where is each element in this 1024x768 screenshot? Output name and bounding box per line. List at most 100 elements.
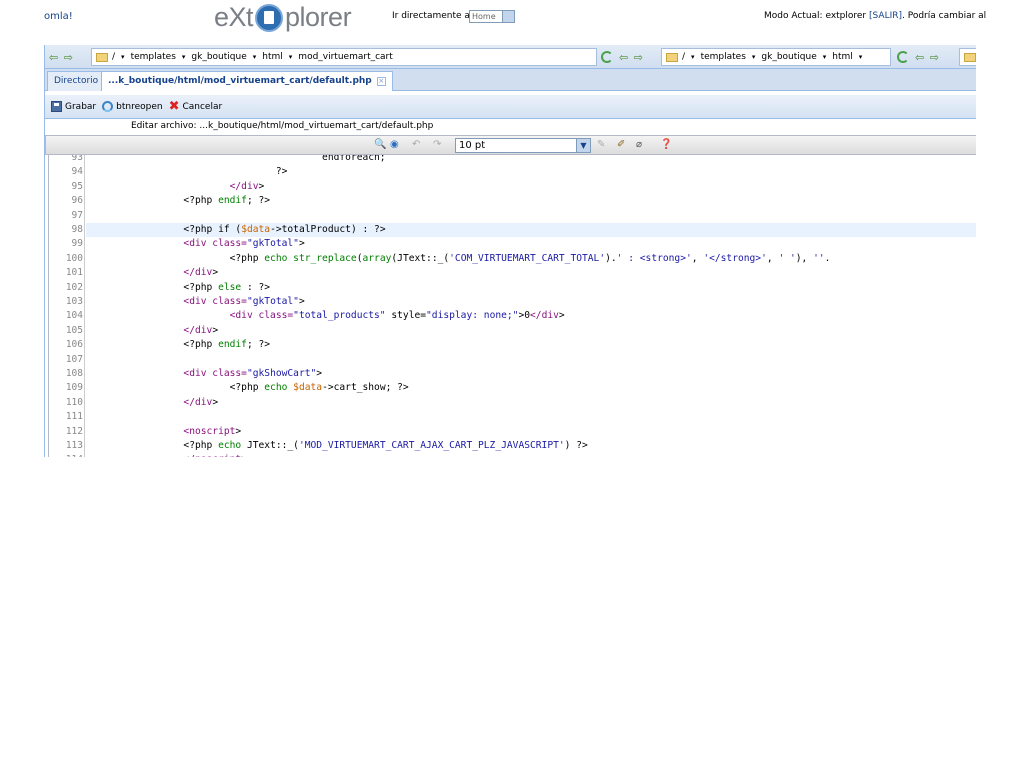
chevron-down-icon[interactable] bbox=[502, 11, 514, 22]
code-line[interactable]: <div class="gkTotal"> bbox=[91, 237, 304, 251]
nav-back-forward-icon[interactable]: ⇦ ⇨ bbox=[619, 51, 644, 64]
crumb-dropdown-icon[interactable]: ▾ bbox=[752, 53, 756, 61]
nav-back-forward-icon[interactable]: ⇦ ⇨ bbox=[915, 51, 940, 64]
undo-icon[interactable]: ↶ bbox=[412, 139, 420, 150]
crumb-mod-virtuemart-cart[interactable]: mod_virtuemart_cart bbox=[298, 52, 393, 62]
code-line[interactable]: <?php endif; ?> bbox=[91, 194, 270, 208]
reopen-label: btnreopen bbox=[116, 101, 163, 112]
close-icon[interactable]: × bbox=[376, 77, 386, 86]
line-number: 101 bbox=[65, 267, 83, 279]
folder-icon bbox=[96, 52, 108, 62]
find-icon[interactable]: 🔍 bbox=[374, 139, 386, 150]
toggle-highlight-icon[interactable]: ✎ bbox=[597, 139, 605, 150]
nav-back-forward-icon[interactable]: ⇦ ⇨ bbox=[49, 51, 74, 64]
line-number: 94 bbox=[71, 166, 83, 178]
goto-label: Ir directamente a: bbox=[392, 11, 473, 21]
code-line[interactable]: <?php else : ?> bbox=[91, 281, 270, 295]
line-number-gutter: 93 94 95 96 97 98 99 100 101 102 103 104 105 106 107 10… bbox=[49, 155, 85, 457]
line-number: 97 bbox=[71, 209, 83, 221]
mode-prefix: Modo Actual: extplorer bbox=[764, 11, 867, 21]
tab-bar: Directorio ...k_boutique/html/mod_virtue… bbox=[45, 69, 976, 91]
code-line[interactable]: <noscript> bbox=[91, 425, 241, 439]
chevron-down-icon[interactable]: ▼ bbox=[576, 139, 590, 152]
code-line[interactable]: <?php echo $data->cart_show; ?> bbox=[91, 381, 409, 395]
code-line[interactable]: <?php echo str_replace(array(JText::_('C… bbox=[91, 252, 831, 266]
line-number: 112 bbox=[65, 425, 83, 437]
crumb-root[interactable]: / bbox=[112, 52, 115, 62]
save-button[interactable]: Grabar bbox=[51, 101, 96, 112]
code-line[interactable]: endforeach; bbox=[91, 155, 386, 165]
refresh-icon[interactable] bbox=[897, 51, 909, 63]
cancel-button[interactable]: ✖ Cancelar bbox=[169, 100, 223, 113]
reopen-button[interactable]: btnreopen bbox=[102, 101, 163, 112]
tab-label: Directorio bbox=[54, 76, 99, 86]
goto-line-icon[interactable]: ◉ bbox=[390, 139, 399, 150]
line-number: 106 bbox=[65, 339, 83, 351]
crumb-gk-boutique[interactable]: gk_boutique bbox=[191, 52, 246, 62]
edit-file-label-row: Editar archivo: ...k_boutique/html/mod_v… bbox=[45, 119, 976, 135]
crumb-templates[interactable]: templates bbox=[131, 52, 176, 62]
logo-text-left: eXt bbox=[214, 1, 254, 32]
crumb-dropdown-icon[interactable]: ▾ bbox=[823, 53, 827, 61]
crumb-dropdown-icon[interactable]: ▾ bbox=[691, 53, 695, 61]
extplorer-logo: eXt plorer bbox=[214, 0, 352, 34]
help-icon[interactable]: ❓ bbox=[660, 139, 672, 150]
code-line[interactable]: <?php if ($data->totalProduct) : ?> bbox=[91, 223, 385, 237]
path-breadcrumb-third[interactable] bbox=[959, 48, 976, 66]
line-number: 96 bbox=[71, 195, 83, 207]
tab-directory[interactable]: Directorio bbox=[47, 71, 106, 91]
code-line[interactable]: </div> bbox=[91, 324, 218, 338]
crumb-root[interactable]: / bbox=[682, 52, 685, 62]
line-number: 100 bbox=[65, 252, 83, 264]
code-line[interactable]: <div class="gkShowCart"> bbox=[91, 367, 322, 381]
floppy-disk-icon bbox=[51, 101, 62, 112]
save-label: Grabar bbox=[65, 101, 97, 112]
line-number: 99 bbox=[71, 238, 83, 250]
code-line[interactable]: </div> bbox=[91, 180, 265, 194]
mode-status: Modo Actual: extplorer [SALIR]. Podría c… bbox=[764, 11, 986, 21]
code-editor[interactable]: 93 94 95 96 97 98 99 100 101 102 103 104 105 106 107 10… bbox=[48, 155, 976, 457]
joomla-link[interactable]: omla! bbox=[44, 11, 73, 22]
code-line[interactable]: <div class="gkTotal"> bbox=[91, 295, 304, 309]
syntax-icon[interactable]: ✐ bbox=[617, 139, 625, 150]
mode-suffix: . Podría cambiar al bbox=[902, 11, 987, 21]
tab-edit-file[interactable]: ...k_boutique/html/mod_virtuemart_cart/d… bbox=[101, 71, 393, 91]
path-breadcrumb-right[interactable]: / ▾ templates ▾ gk_boutique ▾ html ▾ bbox=[661, 48, 891, 66]
code-editor-toolbar: 🔍 ◉ ↶ ↷ 10 pt ▼ ✎ ✐ ⌀ ❓ bbox=[45, 135, 976, 155]
crumb-dropdown-icon[interactable]: ▾ bbox=[253, 53, 257, 61]
crumb-dropdown-icon[interactable]: ▾ bbox=[289, 53, 293, 61]
logout-link[interactable]: [SALIR] bbox=[869, 11, 902, 21]
tab-label: ...k_boutique/html/mod_virtuemart_cart/d… bbox=[108, 76, 372, 86]
crumb-templates[interactable]: templates bbox=[701, 52, 746, 62]
goto-select[interactable]: Home bbox=[469, 10, 515, 23]
edit-file-label: Editar archivo: ...k_boutique/html/mod_v… bbox=[131, 121, 434, 131]
redo-icon[interactable]: ↷ bbox=[433, 139, 441, 150]
code-line[interactable]: <?php echo JText::_('MOD_VIRTUEMART_CART… bbox=[91, 439, 587, 453]
line-number: 104 bbox=[65, 310, 83, 322]
crumb-gk-boutique[interactable]: gk_boutique bbox=[761, 52, 816, 62]
code-line[interactable]: </div> bbox=[91, 396, 218, 410]
crumb-dropdown-icon[interactable]: ▾ bbox=[121, 53, 125, 61]
goto-select-value: Home bbox=[472, 12, 496, 21]
editor-toolbar: Grabar btnreopen ✖ Cancelar bbox=[45, 95, 976, 119]
crumb-html[interactable]: html bbox=[832, 52, 853, 62]
crumb-html[interactable]: html bbox=[262, 52, 283, 62]
line-number: 105 bbox=[65, 324, 83, 336]
crumb-dropdown-icon[interactable]: ▾ bbox=[182, 53, 186, 61]
line-number: 95 bbox=[71, 180, 83, 192]
main-panel: ⇦ ⇨ / ▾ templates ▾ gk_boutique ▾ html ▾ mod… bbox=[44, 45, 976, 457]
code-line[interactable]: <div class="total_products" style="displ… bbox=[91, 309, 565, 323]
reset-icon[interactable]: ⌀ bbox=[636, 139, 642, 150]
crumb-dropdown-icon[interactable]: ▾ bbox=[859, 53, 863, 61]
font-size-select[interactable]: 10 pt ▼ bbox=[455, 138, 591, 153]
cancel-label: Cancelar bbox=[182, 101, 223, 112]
reload-icon bbox=[102, 101, 114, 112]
path-breadcrumb-left[interactable]: / ▾ templates ▾ gk_boutique ▾ html ▾ mod_vir… bbox=[91, 48, 597, 66]
line-number: 113 bbox=[65, 440, 83, 451]
code-line[interactable]: <?php endif; ?> bbox=[91, 338, 270, 352]
code-line[interactable]: </noscript> bbox=[91, 453, 247, 457]
refresh-icon[interactable] bbox=[601, 51, 613, 63]
line-number: 102 bbox=[65, 281, 83, 293]
code-line[interactable]: ?> bbox=[91, 165, 288, 179]
code-line[interactable]: </div> bbox=[91, 266, 218, 280]
